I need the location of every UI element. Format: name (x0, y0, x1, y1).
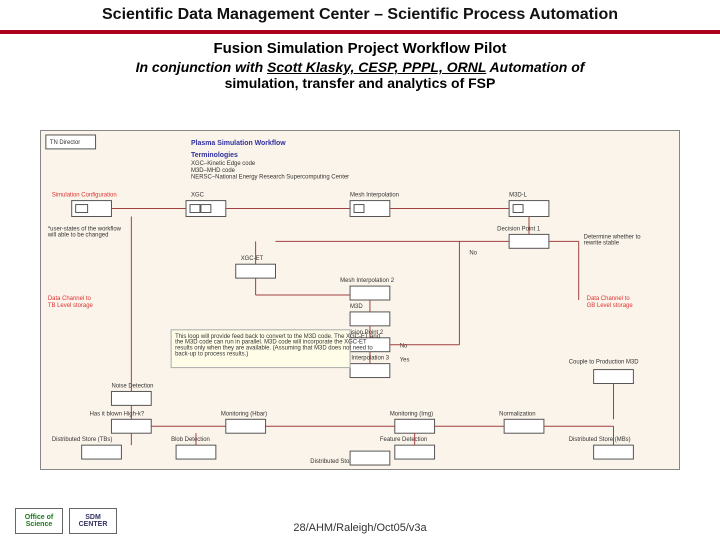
slide-header: Scientific Data Management Center – Scie… (0, 0, 720, 34)
svg-text:Noise Detection: Noise Detection (111, 383, 153, 389)
svg-text:Terminologies: Terminologies (191, 152, 238, 159)
svg-text:TN Director: TN Director (50, 140, 80, 146)
subtitle-underline: Scott Klasky, CESP, PPPL, ORNL (267, 59, 486, 75)
svg-text:Normalization: Normalization (499, 411, 535, 417)
subtitle-after: Automation of (486, 59, 584, 75)
svg-text:Blob Detection: Blob Detection (171, 437, 210, 443)
svg-text:Feature Detection: Feature Detection (380, 437, 427, 443)
svg-text:M3D-L: M3D-L (509, 193, 528, 199)
svg-text:NERSC–National Energy Research: NERSC–National Energy Research Supercomp… (191, 175, 349, 181)
svg-text:Has it blown High-k?: Has it blown High-k? (90, 411, 145, 417)
svg-text:M3D: M3D (350, 304, 363, 310)
svg-text:Monitoring (Hbar): Monitoring (Hbar) (221, 411, 267, 417)
svg-text:Decision Point 1: Decision Point 1 (497, 226, 541, 232)
svg-text:Data Channel to GB Level s: Data Channel to GB Level storage (587, 296, 634, 309)
slide-footer: 28/AHM/Raleigh/Oct05/v3a (0, 522, 720, 534)
svg-text:Mesh Interpolation 2: Mesh Interpolation 2 (340, 278, 395, 284)
subtitle-line3: simulation, transfer and analytics of FS… (30, 75, 690, 91)
svg-text:Simulation Configuration: Simulation Configuration (52, 193, 117, 199)
svg-text:Monitoring (Img): Monitoring (Img) (390, 411, 433, 417)
subtitle-line2: In conjunction with Scott Klasky, CESP, … (30, 59, 690, 75)
subtitle-block: Fusion Simulation Project Workflow Pilot… (0, 40, 720, 91)
svg-text:*user-states of the workflow: *user-states of the workflow will able t… (47, 226, 123, 238)
svg-text:XGC-ET: XGC-ET (241, 256, 264, 262)
svg-text:Plasma Simulation Workflow: Plasma Simulation Workflow (191, 140, 286, 147)
svg-text:Couple to Production M3D: Couple to Production M3D (569, 360, 640, 366)
svg-text:XGC: XGC (191, 193, 205, 199)
subtitle-italic: In conjunction with (136, 59, 267, 75)
svg-text:Distributed Store (MBs): Distributed Store (MBs) (569, 437, 631, 443)
svg-text:Mesh Interpolation: Mesh Interpolation (350, 193, 399, 199)
svg-text:Yes: Yes (400, 358, 410, 364)
svg-text:Determine whether to rewri: Determine whether to rewrite stable (584, 234, 643, 246)
svg-text:XGC–Kinetic Edge code: XGC–Kinetic Edge code (191, 161, 256, 167)
svg-text:Distributed Store (TBs): Distributed Store (TBs) (52, 437, 113, 443)
svg-text:M3D–MHD code: M3D–MHD code (191, 168, 236, 174)
svg-text:Data Channel to TB Level s: Data Channel to TB Level storage (48, 296, 94, 309)
workflow-diagram: TN Director Plasma Simulation Workflow T… (40, 130, 680, 470)
svg-text:No: No (469, 250, 477, 256)
subtitle-line1: Fusion Simulation Project Workflow Pilot (30, 40, 690, 57)
